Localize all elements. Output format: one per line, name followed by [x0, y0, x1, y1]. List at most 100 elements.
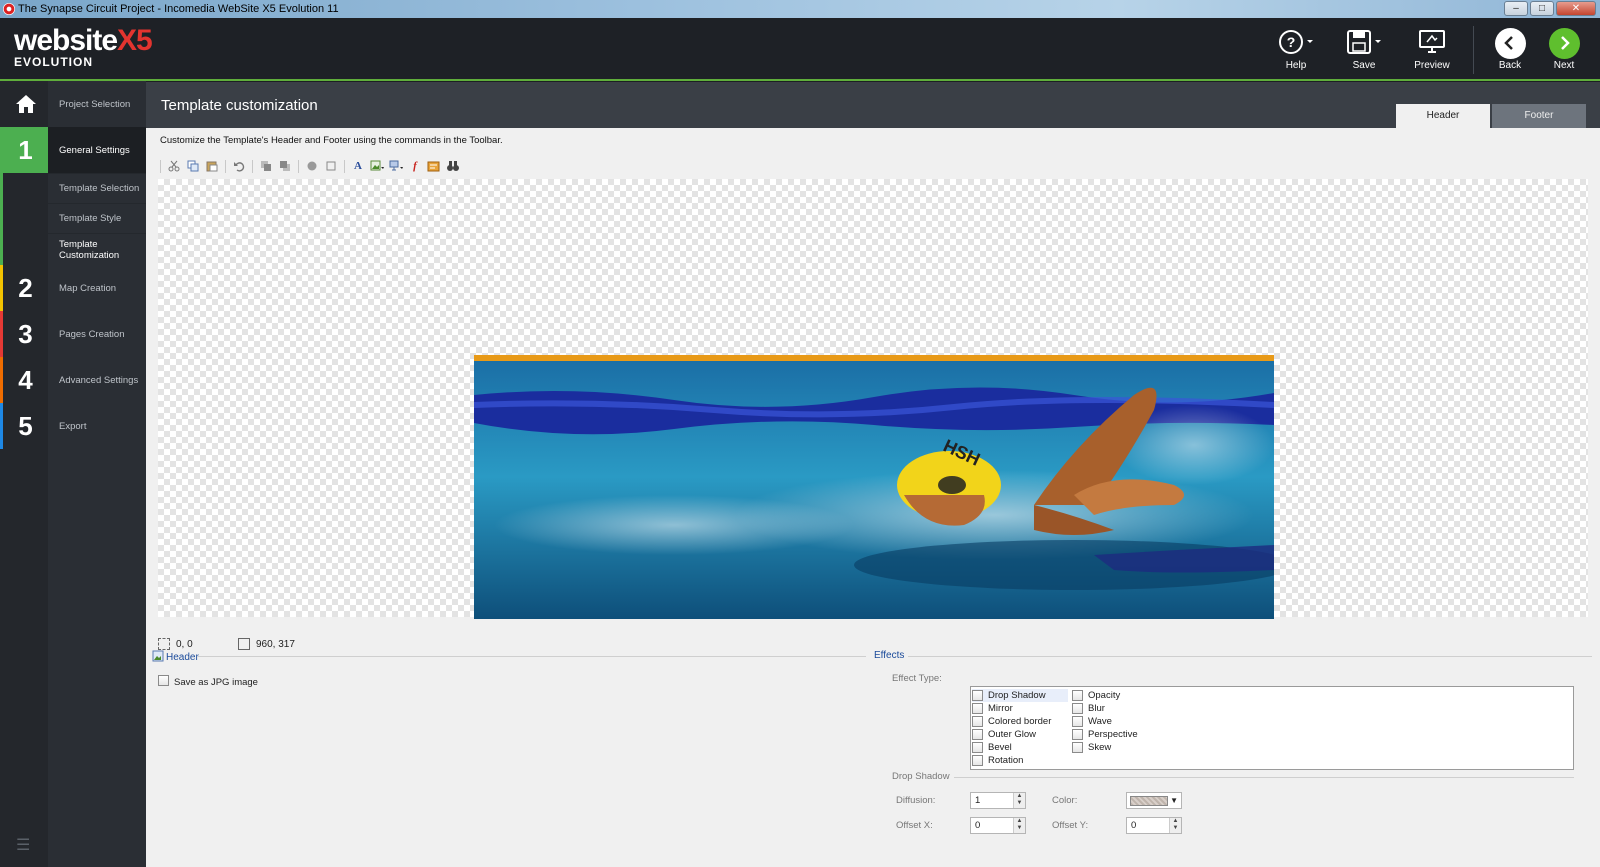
help-button[interactable]: ? Help	[1268, 26, 1324, 71]
effect-type-label: Effect Type:	[892, 673, 942, 684]
stepper-arrows-icon[interactable]: ▲ ▼	[1013, 818, 1025, 833]
offset-y-value: 0	[1131, 820, 1137, 831]
image-tool-icon[interactable]	[369, 159, 385, 173]
offset-x-value: 0	[975, 820, 981, 831]
copy-icon[interactable]	[185, 159, 201, 173]
header-canvas[interactable]: HSH	[158, 179, 1588, 619]
text-tool-icon[interactable]: A	[350, 159, 366, 173]
effect-bevel[interactable]: Bevel	[972, 741, 1012, 754]
opacity-checkbox[interactable]	[1072, 690, 1083, 701]
shape-tool-icon[interactable]	[388, 159, 404, 173]
save-jpg-checkbox[interactable]	[158, 675, 169, 687]
effects-tool-icon[interactable]	[426, 159, 442, 173]
effect-perspective[interactable]: Perspective	[1072, 728, 1138, 741]
offset-x-stepper[interactable]: 0 ▲ ▼	[970, 817, 1026, 834]
diffusion-stepper[interactable]: 1 ▲ ▼	[970, 792, 1026, 809]
effect-colored-border[interactable]: Colored border	[972, 715, 1051, 728]
effect-wave[interactable]: Wave	[1072, 715, 1112, 728]
size-readout: 960, 317	[238, 638, 295, 650]
bring-forward-icon[interactable]	[258, 159, 274, 173]
save-jpg-option[interactable]: Save as JPG image	[158, 672, 258, 690]
tab-footer[interactable]: Footer	[1492, 104, 1586, 128]
effect-skew[interactable]: Skew	[1072, 741, 1111, 754]
skew-label: Skew	[1088, 742, 1112, 753]
perspective-label: Perspective	[1088, 729, 1138, 740]
flash-tool-icon[interactable]: f	[407, 159, 423, 173]
position-icon	[158, 638, 170, 650]
colored-border-checkbox[interactable]	[972, 716, 983, 727]
header-image-icon	[152, 650, 164, 665]
app-logo: websiteX5 EVOLUTION	[14, 26, 153, 69]
wave-checkbox[interactable]	[1072, 716, 1083, 727]
effect-rotation[interactable]: Rotation	[972, 754, 1023, 767]
sidebar-step-1[interactable]: 1 General Settings	[0, 127, 146, 173]
window-titlebar: The Synapse Circuit Project - Incomedia …	[0, 0, 1600, 18]
toolbar-divider	[252, 159, 253, 173]
ungroup-icon[interactable]	[323, 159, 339, 173]
sidebar-item-template-style[interactable]: Template Style	[48, 203, 146, 233]
step-5-label: Export	[59, 420, 87, 432]
step-4-label: Advanced Settings	[59, 374, 139, 386]
drop-shadow-checkbox[interactable]	[972, 690, 983, 701]
minimize-button[interactable]: –	[1504, 1, 1528, 16]
help-icon: ?	[1278, 28, 1314, 59]
preview-button[interactable]: Preview	[1404, 26, 1460, 71]
send-backward-icon[interactable]	[277, 159, 293, 173]
sidebar-item-project-selection[interactable]: Project Selection	[0, 81, 146, 127]
offset-y-stepper[interactable]: 0 ▲ ▼	[1126, 817, 1182, 834]
sidebar-item-template-customization[interactable]: Template Customization	[48, 233, 146, 265]
header-section-label: Header	[166, 652, 199, 663]
bevel-checkbox[interactable]	[972, 742, 983, 753]
sidebar-step-3[interactable]: 3 Pages Creation	[0, 311, 146, 357]
page-description: Customize the Template's Header and Foot…	[160, 135, 503, 146]
effect-mirror[interactable]: Mirror	[972, 702, 1013, 715]
header-banner-image[interactable]: HSH	[474, 355, 1274, 619]
step-1-number: 1	[0, 127, 48, 173]
paste-icon[interactable]	[204, 159, 220, 173]
window-controls: – □ ✕	[1504, 1, 1596, 16]
toolbar-separator	[1473, 26, 1474, 74]
position-value: 0, 0	[176, 638, 193, 650]
drop-shadow-section-title: Drop Shadow	[892, 771, 950, 782]
save-button[interactable]: Save	[1336, 26, 1392, 71]
sidebar-step-4[interactable]: 4 Advanced Settings	[0, 357, 146, 403]
effect-opacity[interactable]: Opacity	[1072, 689, 1120, 702]
group-icon[interactable]	[304, 159, 320, 173]
outer-glow-checkbox[interactable]	[972, 729, 983, 740]
monitor-icon	[1417, 28, 1447, 59]
effect-type-list: Drop Shadow Mirror Colored border Outer …	[970, 686, 1574, 770]
sidebar-step-2[interactable]: 2 Map Creation	[0, 265, 146, 311]
sidebar-item-template-selection[interactable]: Template Selection	[48, 173, 146, 203]
next-button[interactable]: Next	[1536, 26, 1592, 71]
collapse-menu-icon[interactable]: ☰	[16, 835, 30, 855]
maximize-button[interactable]: □	[1530, 1, 1554, 16]
rotation-checkbox[interactable]	[972, 755, 983, 766]
shadow-color-picker[interactable]: ▼	[1126, 792, 1182, 809]
blur-label: Blur	[1088, 703, 1105, 714]
effects-section-divider	[908, 656, 1592, 657]
stepper-arrows-icon[interactable]: ▲ ▼	[1013, 793, 1025, 808]
close-button[interactable]: ✕	[1556, 1, 1596, 16]
effect-outer-glow[interactable]: Outer Glow	[972, 728, 1036, 741]
zoom-binoculars-icon[interactable]	[445, 159, 461, 173]
toolbar-divider	[225, 159, 226, 173]
cut-icon[interactable]	[166, 159, 182, 173]
drop-shadow-label: Drop Shadow	[988, 690, 1046, 701]
mirror-checkbox[interactable]	[972, 703, 983, 714]
main-header: Template customization Header Footer	[146, 82, 1600, 128]
drop-shadow-section-divider	[954, 777, 1574, 778]
effect-blur[interactable]: Blur	[1072, 702, 1105, 715]
sidebar-step-5[interactable]: 5 Export	[0, 403, 146, 449]
logo-subtitle: EVOLUTION	[14, 55, 94, 69]
back-button[interactable]: Back	[1482, 26, 1538, 71]
perspective-checkbox[interactable]	[1072, 729, 1083, 740]
undo-icon[interactable]	[231, 159, 247, 173]
color-label: Color:	[1052, 795, 1078, 806]
tab-header[interactable]: Header	[1396, 104, 1490, 128]
editor-toolbar: A f	[158, 158, 461, 174]
stepper-arrows-icon[interactable]: ▲ ▼	[1169, 818, 1181, 833]
toolbar-divider	[298, 159, 299, 173]
blur-checkbox[interactable]	[1072, 703, 1083, 714]
skew-checkbox[interactable]	[1072, 742, 1083, 753]
effect-drop-shadow[interactable]: Drop Shadow	[972, 689, 1068, 702]
